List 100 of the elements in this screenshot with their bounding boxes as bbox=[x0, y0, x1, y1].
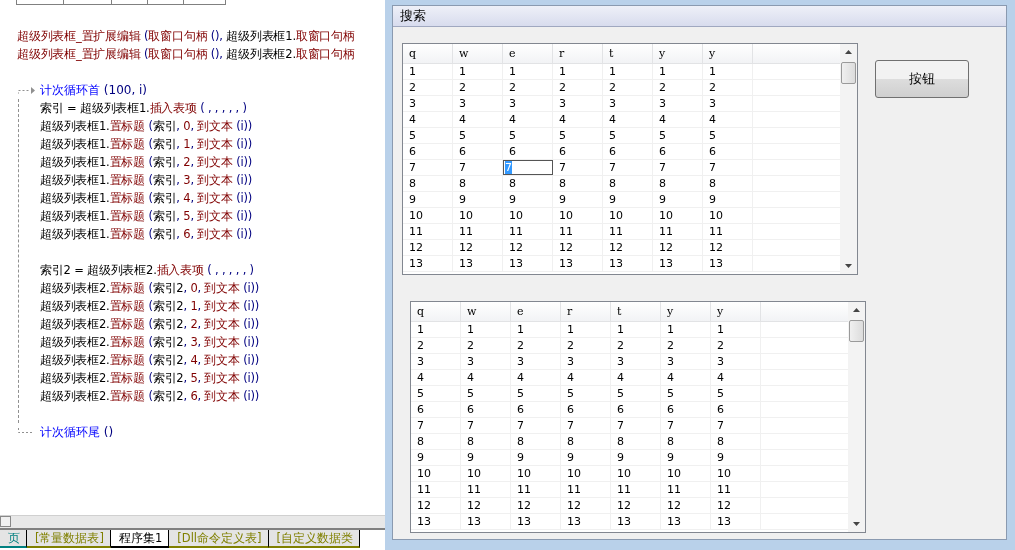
code-line: 超级列表框2.置标题 (索引2, 5, 到文本 (i)) bbox=[40, 371, 260, 385]
table-cell: 11 bbox=[703, 224, 753, 239]
table-cell: 3 bbox=[503, 96, 553, 111]
scroll-thumb[interactable] bbox=[849, 320, 864, 342]
scroll-button[interactable] bbox=[0, 516, 11, 527]
table-cell: 1 bbox=[553, 64, 603, 79]
table-cell: 4 bbox=[453, 112, 503, 127]
table-cell: 3 bbox=[511, 354, 561, 369]
table-cell: 2 bbox=[711, 338, 761, 353]
table-cell: 9 bbox=[411, 450, 461, 465]
table-cell: 10 bbox=[703, 208, 753, 223]
table-cell: 5 bbox=[661, 386, 711, 401]
table-cell: 8 bbox=[603, 176, 653, 191]
column-header[interactable]: e bbox=[511, 302, 561, 321]
table-cell: 4 bbox=[703, 112, 753, 127]
table-cell: 5 bbox=[503, 128, 553, 143]
editor-tab[interactable]: 程序集1 bbox=[111, 530, 170, 548]
table-cell: 8 bbox=[561, 434, 611, 449]
table-cell: 12 bbox=[403, 240, 453, 255]
table-cell: 7 bbox=[411, 418, 461, 433]
column-header[interactable]: r bbox=[561, 302, 611, 321]
column-header[interactable]: y bbox=[703, 44, 753, 63]
list-view[interactable] bbox=[410, 301, 866, 533]
table-cell: 12 bbox=[461, 498, 511, 513]
table-cell: 8 bbox=[711, 434, 761, 449]
column-header[interactable]: r bbox=[553, 44, 603, 63]
code-line: 超级列表框_置扩展编辑 (取窗口句柄 (), 超级列表框2.取窗口句柄 bbox=[17, 47, 355, 61]
table-cell: 8 bbox=[511, 434, 561, 449]
table-cell: 12 bbox=[611, 498, 661, 513]
table-cell: 10 bbox=[561, 466, 611, 481]
table-cell: 1 bbox=[711, 322, 761, 337]
editor-tab[interactable]: 页 bbox=[0, 530, 27, 548]
scrollbar[interactable] bbox=[848, 302, 865, 532]
table-cell: 12 bbox=[511, 498, 561, 513]
table-cell: 10 bbox=[661, 466, 711, 481]
table-cell: 7 bbox=[703, 160, 753, 175]
table-cell: 1 bbox=[703, 64, 753, 79]
list-view[interactable] bbox=[402, 43, 858, 275]
table-cell: 4 bbox=[611, 370, 661, 385]
table-cell: 8 bbox=[453, 176, 503, 191]
table-cell: 10 bbox=[461, 466, 511, 481]
scroll-up-icon[interactable] bbox=[845, 50, 852, 54]
table-cell: 5 bbox=[653, 128, 703, 143]
column-header[interactable]: e bbox=[503, 44, 553, 63]
scrollbar[interactable] bbox=[840, 44, 857, 274]
table-cell: 4 bbox=[411, 370, 461, 385]
scroll-up-icon[interactable] bbox=[853, 308, 860, 312]
column-header[interactable]: q bbox=[411, 302, 461, 321]
code-line: 计次循环首 (100, i) bbox=[40, 81, 148, 99]
table-cell: 6 bbox=[703, 144, 753, 159]
table-cell: 5 bbox=[603, 128, 653, 143]
table-cell: 13 bbox=[411, 514, 461, 529]
table-cell: 3 bbox=[611, 354, 661, 369]
table-cell: 13 bbox=[403, 256, 453, 271]
action-button[interactable]: 按钮 bbox=[875, 60, 969, 98]
column-header[interactable]: w bbox=[453, 44, 503, 63]
table-cell: 2 bbox=[503, 80, 553, 95]
column-header[interactable]: y bbox=[661, 302, 711, 321]
table-cell: 8 bbox=[503, 176, 553, 191]
table-cell: 10 bbox=[603, 208, 653, 223]
table-cell: 4 bbox=[661, 370, 711, 385]
scroll-down-icon[interactable] bbox=[853, 522, 860, 526]
column-header[interactable]: t bbox=[611, 302, 661, 321]
table-cell: 7 bbox=[461, 418, 511, 433]
column-header[interactable]: w bbox=[461, 302, 511, 321]
table-cell: 10 bbox=[711, 466, 761, 481]
table-cell: 7 bbox=[603, 160, 653, 175]
scroll-thumb[interactable] bbox=[841, 62, 856, 84]
table-cell: 3 bbox=[603, 96, 653, 111]
column-header[interactable]: y bbox=[711, 302, 761, 321]
table-cell: 6 bbox=[603, 144, 653, 159]
code-line: 超级列表框2.置标题 (索引2, 1, 到文本 (i)) bbox=[40, 299, 260, 313]
table-cell: 11 bbox=[453, 224, 503, 239]
table-cell: 5 bbox=[703, 128, 753, 143]
table-cell: 4 bbox=[711, 370, 761, 385]
table-cell: 11 bbox=[611, 482, 661, 497]
table-cell: 4 bbox=[603, 112, 653, 127]
table-cell: 13 bbox=[503, 256, 553, 271]
code-line: 索引 = 超级列表框1.插入表项 ( , , , , , ) bbox=[40, 101, 247, 115]
table-cell: 4 bbox=[511, 370, 561, 385]
code-line: 计次循环尾 () bbox=[40, 423, 114, 441]
code-line: 超级列表框2.置标题 (索引2, 0, 到文本 (i)) bbox=[40, 281, 260, 295]
column-header[interactable]: y bbox=[653, 44, 703, 63]
code-line: 超级列表框2.置标题 (索引2, 3, 到文本 (i)) bbox=[40, 335, 260, 349]
table-cell: 3 bbox=[411, 354, 461, 369]
table-cell: 10 bbox=[411, 466, 461, 481]
table-cell: 8 bbox=[653, 176, 703, 191]
table-cell: 11 bbox=[653, 224, 703, 239]
column-header[interactable]: t bbox=[603, 44, 653, 63]
table-cell: 13 bbox=[553, 256, 603, 271]
table-cell: 11 bbox=[411, 482, 461, 497]
table-cell: 1 bbox=[511, 322, 561, 337]
table-cell: 6 bbox=[653, 144, 703, 159]
scroll-down-icon[interactable] bbox=[845, 264, 852, 268]
table-cell: 9 bbox=[603, 192, 653, 207]
table-cell: 12 bbox=[703, 240, 753, 255]
table-cell: 6 bbox=[461, 402, 511, 417]
table-cell: 11 bbox=[503, 224, 553, 239]
column-header[interactable]: q bbox=[403, 44, 453, 63]
table-cell: 13 bbox=[711, 514, 761, 529]
